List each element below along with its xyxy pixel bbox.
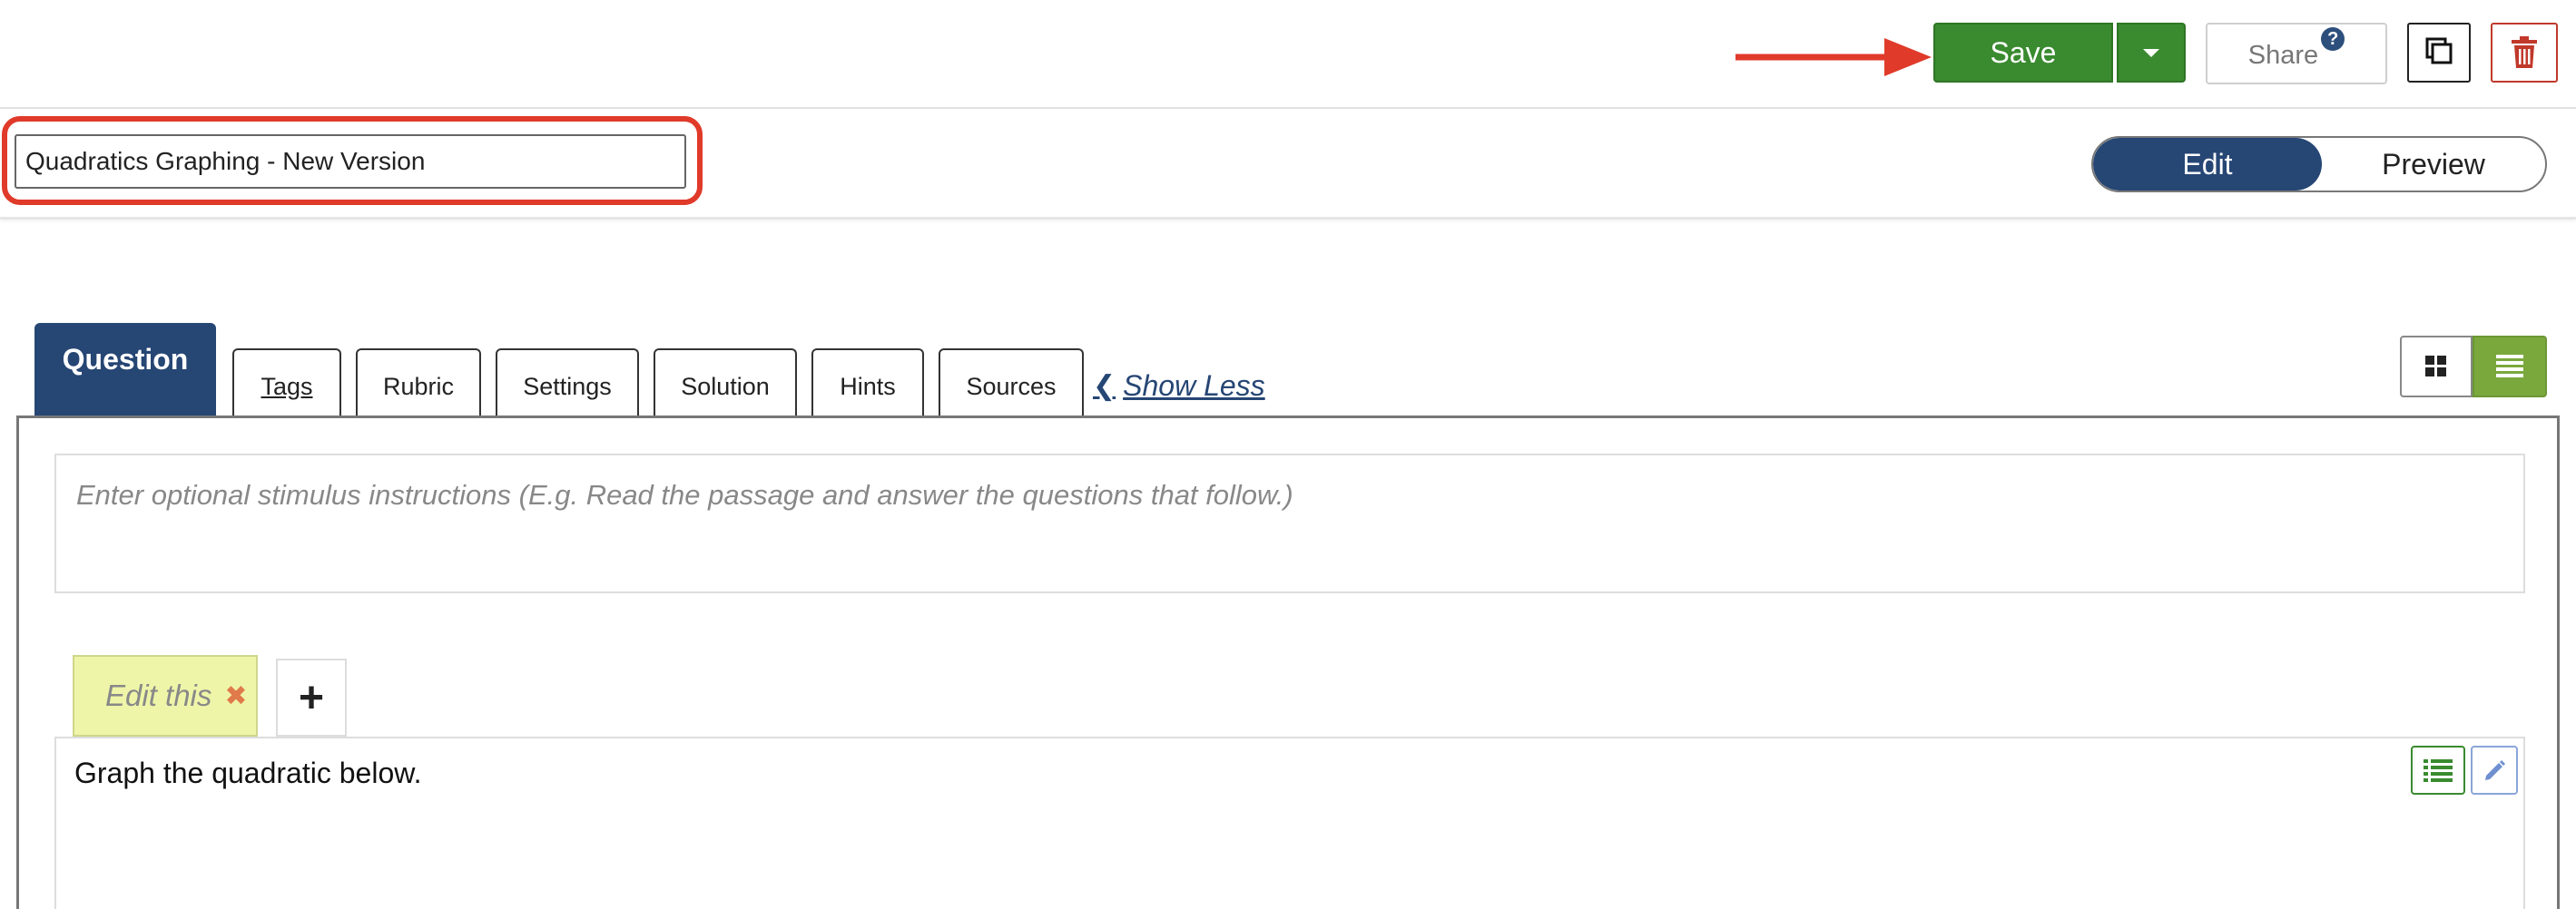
question-text: Graph the quadratic below.: [74, 757, 422, 789]
share-label: Share: [2247, 41, 2319, 70]
share-button[interactable]: Share ?: [2206, 23, 2387, 84]
add-part-button[interactable]: +: [276, 659, 347, 737]
title-input[interactable]: [15, 134, 686, 189]
tab-question[interactable]: Question: [34, 323, 216, 415]
copy-icon: [2425, 37, 2453, 64]
edit-this-label: Edit this: [105, 679, 212, 712]
close-icon[interactable]: ✖: [224, 680, 247, 712]
list-icon: [2424, 759, 2453, 782]
question-text-editor[interactable]: [54, 737, 2525, 909]
top-toolbar: Save Share ?: [0, 0, 2576, 109]
save-options-button[interactable]: [2117, 23, 2186, 83]
question-edit-button[interactable]: [2471, 746, 2518, 795]
tab-settings[interactable]: Settings: [496, 348, 639, 415]
tab-rubric[interactable]: Rubric: [356, 348, 481, 415]
chevron-left-icon: ❮: [1093, 370, 1116, 401]
delete-button[interactable]: [2491, 23, 2558, 83]
tab-tags[interactable]: Tags: [232, 348, 341, 415]
grid-view-button[interactable]: [2400, 336, 2473, 397]
preview-mode-button[interactable]: Preview: [2322, 138, 2545, 191]
stimulus-instructions-field[interactable]: Enter optional stimulus instructions (E.…: [54, 454, 2525, 593]
annotation-arrow-icon: [1735, 38, 1932, 76]
question-list-button[interactable]: [2411, 746, 2465, 795]
show-less-label: Show Less: [1123, 368, 1265, 402]
caret-down-icon: [2143, 48, 2159, 57]
trash-icon: [2512, 36, 2537, 68]
tab-solution[interactable]: Solution: [654, 348, 797, 415]
tab-sources[interactable]: Sources: [939, 348, 1084, 415]
question-circle-icon[interactable]: ?: [2321, 27, 2345, 51]
duplicate-button[interactable]: [2407, 23, 2471, 83]
edit-this-tab[interactable]: Edit this ✖: [73, 655, 258, 737]
pencil-icon: [2485, 760, 2505, 780]
mode-toggle: Edit Preview: [2091, 136, 2547, 192]
save-button[interactable]: Save: [1933, 23, 2113, 83]
list-icon: [2496, 355, 2523, 377]
grid-icon: [2425, 356, 2446, 376]
tab-tags-label: Tags: [261, 373, 313, 400]
show-less-link[interactable]: ❮ Show Less: [1093, 365, 1265, 406]
list-view-button[interactable]: [2473, 336, 2547, 397]
edit-mode-button[interactable]: Edit: [2093, 138, 2322, 191]
tab-hints[interactable]: Hints: [811, 348, 924, 415]
